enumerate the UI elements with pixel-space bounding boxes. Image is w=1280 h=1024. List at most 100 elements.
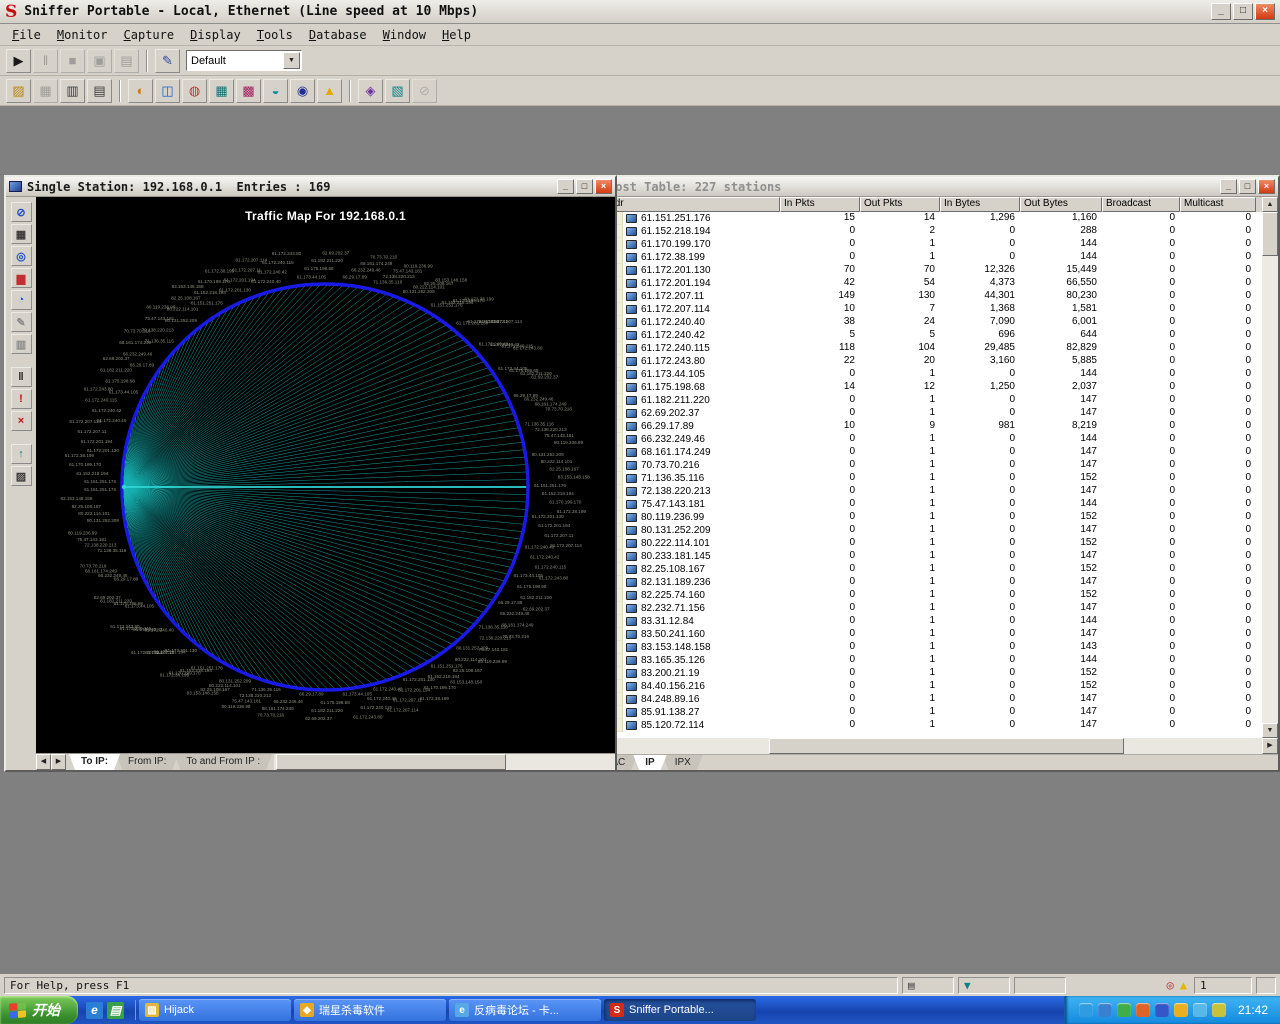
global-statistics-button[interactable]: ◉ xyxy=(290,79,315,103)
properties-icon[interactable]: ▨ xyxy=(11,466,32,486)
table-row[interactable]: 80.222.114.10101015200 xyxy=(587,537,1262,550)
table-row[interactable]: 62.69.202.3701014700 xyxy=(587,407,1262,420)
refresh-icon[interactable]: ↑ xyxy=(11,444,32,464)
table-row[interactable]: 70.73.70.21601014700 xyxy=(587,459,1262,472)
close-button[interactable]: × xyxy=(1255,3,1275,20)
define-filter-button[interactable]: ✎ xyxy=(155,49,180,73)
application-response-button[interactable]: ▦ xyxy=(209,79,234,103)
station-maximize-button[interactable]: □ xyxy=(576,179,593,194)
table-row[interactable]: 84.40.156.21601015200 xyxy=(587,680,1262,693)
horizontal-scrollbar[interactable]: ◀ ▶ xyxy=(587,738,1278,754)
pause-map-icon[interactable]: ‖ xyxy=(11,367,32,387)
table-row[interactable]: 71.136.35.11601015200 xyxy=(587,472,1262,485)
table-row[interactable]: 61.172.240.4038247,0906,00100 xyxy=(587,316,1262,329)
horizontal-scroll-track[interactable] xyxy=(609,738,1262,754)
station-scroll-thumb[interactable] xyxy=(276,754,506,770)
delete-icon[interactable]: × xyxy=(11,411,32,431)
host-minimize-button[interactable]: _ xyxy=(1220,179,1237,194)
scroll-up-button[interactable]: ▲ xyxy=(1262,197,1278,212)
table-row[interactable]: 61.152.218.19402028800 xyxy=(587,225,1262,238)
tray-download-icon[interactable] xyxy=(1155,1003,1169,1017)
filter-icon[interactable]: ⊘ xyxy=(11,202,32,222)
table-row[interactable]: 61.172.201.19442544,37366,55000 xyxy=(587,277,1262,290)
tray-network-icon[interactable] xyxy=(1193,1003,1207,1017)
column-header-multicast[interactable]: Multicast xyxy=(1180,197,1256,212)
table-row[interactable]: 61.172.240.425569664400 xyxy=(587,329,1262,342)
station-close-button[interactable]: × xyxy=(595,179,612,194)
table-row[interactable]: 66.29.17.891099818,21900 xyxy=(587,420,1262,433)
table-row[interactable]: 82.232.71.15601014700 xyxy=(587,602,1262,615)
column-header-in-pkts[interactable]: In Pkts xyxy=(780,197,860,212)
vertical-scroll-track[interactable] xyxy=(1262,212,1278,723)
table-row[interactable]: 82.25.108.16701015200 xyxy=(587,563,1262,576)
station-window-titlebar[interactable]: Single Station: 192.168.0.1 Entries : 16… xyxy=(6,177,615,197)
column-header-out-pkts[interactable]: Out Pkts xyxy=(860,197,940,212)
table-row[interactable]: 66.232.249.4601014400 xyxy=(587,433,1262,446)
pie-chart-icon[interactable]: ◔ xyxy=(11,290,32,310)
capture-filter-button[interactable]: ◈ xyxy=(358,79,383,103)
tray-antivirus-icon[interactable] xyxy=(1117,1003,1131,1017)
table-row[interactable]: 61.182.211.22001014700 xyxy=(587,394,1262,407)
tray-firewall-icon[interactable] xyxy=(1136,1003,1150,1017)
tab-scroll-right-button[interactable]: ▶ xyxy=(51,754,66,770)
tray-alarm-icon[interactable] xyxy=(1212,1003,1226,1017)
table-row[interactable]: 61.175.198.6814121,2502,03700 xyxy=(587,381,1262,394)
column-header-broadcast[interactable]: Broadcast xyxy=(1102,197,1180,212)
table-row[interactable]: 61.172.240.11511810429,48582,82900 xyxy=(587,342,1262,355)
menu-database[interactable]: Database xyxy=(301,26,375,44)
table-view-icon[interactable]: ▦ xyxy=(11,224,32,244)
alarm-icon[interactable]: ! xyxy=(11,389,32,409)
table-row[interactable]: 61.172.207.1141071,3681,58100 xyxy=(587,303,1262,316)
table-row[interactable]: 61.173.44.10501014400 xyxy=(587,368,1262,381)
zoom-icon[interactable]: ◎ xyxy=(11,246,32,266)
alarm-status-icon[interactable]: ▲ xyxy=(1180,978,1187,992)
single-station-window[interactable]: Single Station: 192.168.0.1 Entries : 16… xyxy=(4,175,617,772)
maximize-button[interactable]: □ xyxy=(1233,3,1253,20)
print-button[interactable]: ▥ xyxy=(60,79,85,103)
zoom-status-icon[interactable]: ◎ xyxy=(1167,978,1174,992)
address-book-button[interactable]: ▧ xyxy=(385,79,410,103)
host-table-button[interactable]: ◫ xyxy=(155,79,180,103)
tab-from-ip-[interactable]: From IP: xyxy=(116,754,178,770)
scroll-right-button[interactable]: ▶ xyxy=(1262,738,1278,754)
table-row[interactable]: 83.31.12.8401014400 xyxy=(587,615,1262,628)
tab-scroll-left-button[interactable]: ◀ xyxy=(36,754,51,770)
host-maximize-button[interactable]: □ xyxy=(1239,179,1256,194)
table-row[interactable]: 61.172.38.19901014400 xyxy=(587,251,1262,264)
table-row[interactable]: 83.153.148.15801014300 xyxy=(587,641,1262,654)
start-capture-button[interactable]: ▶ xyxy=(6,49,31,73)
menu-window[interactable]: Window xyxy=(375,26,434,44)
open-button[interactable]: ▨ xyxy=(6,79,31,103)
matrix-button[interactable]: ◍ xyxy=(182,79,207,103)
column-header-out-bytes[interactable]: Out Bytes xyxy=(1020,197,1102,212)
dashboard-button[interactable]: ◐ xyxy=(128,79,153,103)
menu-capture[interactable]: Capture xyxy=(116,26,183,44)
menu-display[interactable]: Display xyxy=(182,26,249,44)
station-scroll-track[interactable] xyxy=(274,754,615,770)
table-row[interactable]: 83.50.241.16001014700 xyxy=(587,628,1262,641)
table-row[interactable]: 80.233.181.14501014700 xyxy=(587,550,1262,563)
scroll-down-button[interactable]: ▼ xyxy=(1262,723,1278,738)
chevron-down-icon[interactable]: ▼ xyxy=(283,52,300,69)
table-row[interactable]: 75.47.143.18101014400 xyxy=(587,498,1262,511)
table-row[interactable]: 68.161.174.24901014700 xyxy=(587,446,1262,459)
menu-file[interactable]: File xyxy=(4,26,49,44)
filter-combobox[interactable]: Default ▼ xyxy=(186,50,302,71)
ie-quicklaunch-icon[interactable]: e xyxy=(86,1002,103,1019)
tray-volume-icon[interactable] xyxy=(1098,1003,1112,1017)
table-row[interactable]: 85.120.72.11401014700 xyxy=(587,719,1262,732)
menu-help[interactable]: Help xyxy=(434,26,479,44)
vertical-scrollbar[interactable]: ▲ ▼ xyxy=(1262,197,1278,738)
table-row[interactable]: 80.119.236.9901015200 xyxy=(587,511,1262,524)
table-row[interactable]: 83.200.21.1901015200 xyxy=(587,667,1262,680)
tab-to-ip-[interactable]: To IP: xyxy=(69,754,120,770)
history-samples-button[interactable]: ▩ xyxy=(236,79,261,103)
host-table-window[interactable]: Host Table: 227 stations _ □ × IP AddrIn… xyxy=(585,175,1280,772)
print-preview-button[interactable]: ▤ xyxy=(87,79,112,103)
tab-ip[interactable]: IP xyxy=(633,755,666,770)
task-hijack[interactable]: ▨Hijack xyxy=(139,999,291,1021)
horizontal-scroll-thumb[interactable] xyxy=(769,738,1124,754)
host-close-button[interactable]: × xyxy=(1258,179,1275,194)
table-row[interactable]: 82.225.74.16001015200 xyxy=(587,589,1262,602)
alarm-log-button[interactable]: ▲ xyxy=(317,79,342,103)
